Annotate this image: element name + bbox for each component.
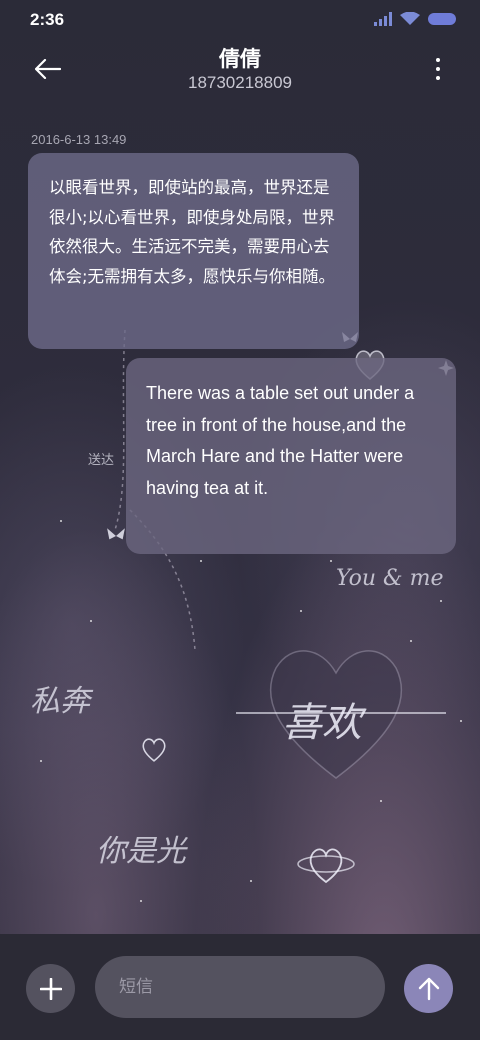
heart-icon: [142, 738, 166, 762]
incoming-message-bubble[interactable]: 以眼看世界，即使站的最高，世界还是很小;以心看世界，即使身处局限，世界依然很大。…: [28, 153, 359, 349]
delivery-status: 送达: [88, 453, 115, 468]
status-time: 2:36: [30, 10, 65, 29]
arrow-up-icon: [418, 977, 439, 1000]
more-options-button[interactable]: [434, 58, 442, 80]
planet-heart-icon: [297, 848, 355, 884]
plus-icon: [39, 977, 62, 1000]
outgoing-message-bubble[interactable]: There was a table set out under a tree i…: [126, 358, 456, 554]
handwritten-text: 喜欢: [282, 700, 362, 746]
signal-icon: [374, 12, 392, 26]
conversation-header: 倩倩 18730218809: [0, 40, 480, 110]
status-bar: 2:36: [0, 0, 480, 40]
status-icons: [374, 12, 456, 26]
more-vertical-icon: [436, 58, 440, 62]
add-attachment-button[interactable]: [26, 964, 75, 1013]
handwritten-text: 你是光: [96, 834, 186, 869]
compose-bar: [0, 934, 480, 1040]
contact-name: 倩倩: [219, 47, 261, 71]
send-button[interactable]: [404, 964, 453, 1013]
message-input[interactable]: [95, 956, 385, 1018]
battery-icon: [428, 13, 456, 25]
you-and-me-text: You & me: [336, 566, 444, 591]
contact-number: 18730218809: [187, 73, 292, 92]
handwritten-text: 私奔: [30, 684, 90, 719]
wifi-icon: [400, 12, 420, 25]
message-timestamp: 2016-6-13 13:49: [31, 132, 127, 147]
decorative-line: [236, 712, 446, 714]
butterfly-icon: [107, 528, 125, 540]
